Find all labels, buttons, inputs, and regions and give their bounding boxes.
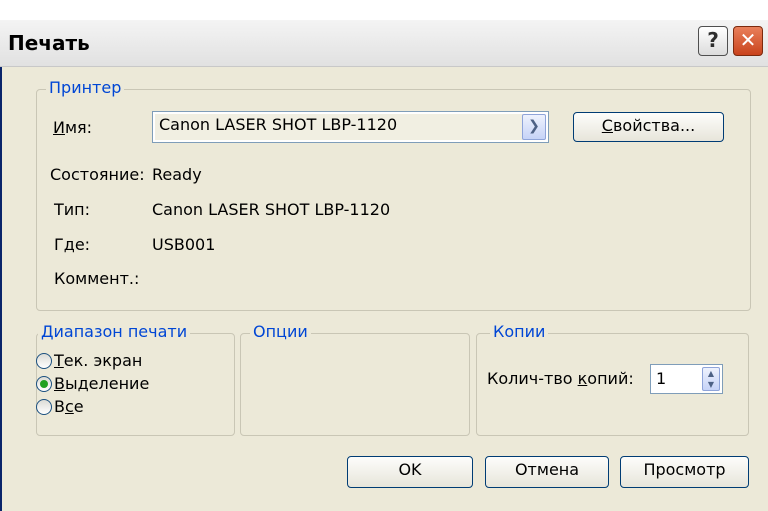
preview-button[interactable]: Просмотр <box>620 456 749 488</box>
chevron-down-icon[interactable]: ❯ <box>522 114 546 140</box>
radio-current-screen-label: Тек. экран <box>54 351 143 370</box>
name-label: Имя: <box>53 118 93 137</box>
radio-button[interactable] <box>36 399 52 415</box>
radio-all-label: Все <box>54 397 84 416</box>
spinner-arrows[interactable]: ▲ ▼ <box>702 367 720 391</box>
where-value: USB001 <box>152 235 216 254</box>
properties-button[interactable]: Свойства... <box>573 112 724 142</box>
radio-selected-dot <box>40 380 48 388</box>
help-button[interactable]: ? <box>698 26 728 56</box>
spinner-up-icon[interactable]: ▲ <box>703 368 719 379</box>
copies-spinner[interactable]: 1 ▲ ▼ <box>650 364 723 394</box>
title-bar[interactable] <box>0 20 768 67</box>
radio-current-screen[interactable]: Тек. экран <box>36 351 196 373</box>
print-range-legend: Диапазон печати <box>38 323 191 341</box>
options-group-legend: Опции <box>250 323 311 341</box>
printer-name-combobox[interactable]: Canon LASER SHOT LBP-1120 ❯ <box>152 111 549 143</box>
printer-name-value: Canon LASER SHOT LBP-1120 <box>159 115 398 134</box>
window-title: Печать <box>8 31 90 55</box>
radio-selection-label: Выделение <box>54 374 150 393</box>
close-icon: ✕ <box>739 28 757 52</box>
copies-label: Колич-тво копий: <box>487 369 634 388</box>
close-button[interactable]: ✕ <box>733 26 763 56</box>
status-value: Ready <box>152 165 202 184</box>
cancel-button[interactable]: Отмена <box>485 456 609 488</box>
status-label: Состояние: <box>50 165 145 184</box>
printer-group-legend: Принтер <box>46 79 125 97</box>
spinner-down-icon[interactable]: ▼ <box>703 379 719 390</box>
radio-button[interactable] <box>36 353 52 369</box>
radio-button[interactable] <box>36 376 52 392</box>
comment-label: Коммент.: <box>54 269 140 288</box>
options-group <box>240 333 470 436</box>
radio-all[interactable]: Все <box>36 397 196 419</box>
type-label: Тип: <box>54 200 91 219</box>
copies-value: 1 <box>656 369 667 388</box>
radio-selection[interactable]: Выделение <box>36 374 196 396</box>
ok-button[interactable]: OK <box>347 456 473 488</box>
type-value: Canon LASER SHOT LBP-1120 <box>152 200 391 219</box>
copies-group-legend: Копии <box>490 323 549 341</box>
question-icon: ? <box>707 28 719 52</box>
where-label: Где: <box>54 235 91 254</box>
